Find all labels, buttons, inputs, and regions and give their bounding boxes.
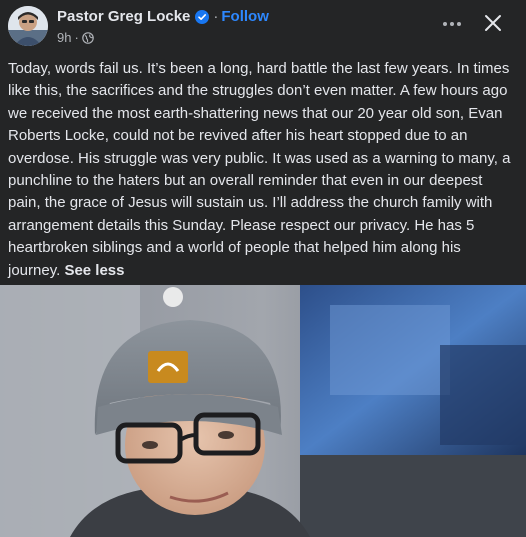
avatar[interactable] bbox=[8, 6, 48, 46]
separator-dot: · bbox=[213, 8, 219, 25]
more-options-icon bbox=[443, 22, 461, 26]
globe-icon[interactable] bbox=[82, 31, 94, 44]
follow-button[interactable]: Follow bbox=[221, 8, 269, 25]
post-header: Pastor Greg Locke · Follow 9h · bbox=[0, 0, 526, 52]
post-body: Today, words fail us. It’s been a long, … bbox=[8, 60, 511, 279]
author-row: Pastor Greg Locke · Follow bbox=[57, 8, 269, 25]
more-options-button[interactable] bbox=[438, 10, 466, 38]
avatar-image bbox=[8, 6, 48, 46]
meta-separator: · bbox=[74, 30, 79, 45]
post-meta: 9h · bbox=[57, 30, 94, 45]
post-photo[interactable] bbox=[0, 285, 526, 537]
close-icon bbox=[485, 15, 501, 31]
author-name[interactable]: Pastor Greg Locke bbox=[57, 8, 190, 25]
verified-badge-icon bbox=[195, 9, 210, 24]
close-button[interactable] bbox=[478, 8, 508, 38]
facebook-post: Pastor Greg Locke · Follow 9h · Today, w… bbox=[0, 0, 526, 537]
photo-image bbox=[0, 285, 526, 537]
post-time[interactable]: 9h bbox=[57, 30, 71, 45]
post-text: Today, words fail us. It’s been a long, … bbox=[8, 58, 514, 282]
see-less-link[interactable]: See less bbox=[64, 262, 124, 279]
